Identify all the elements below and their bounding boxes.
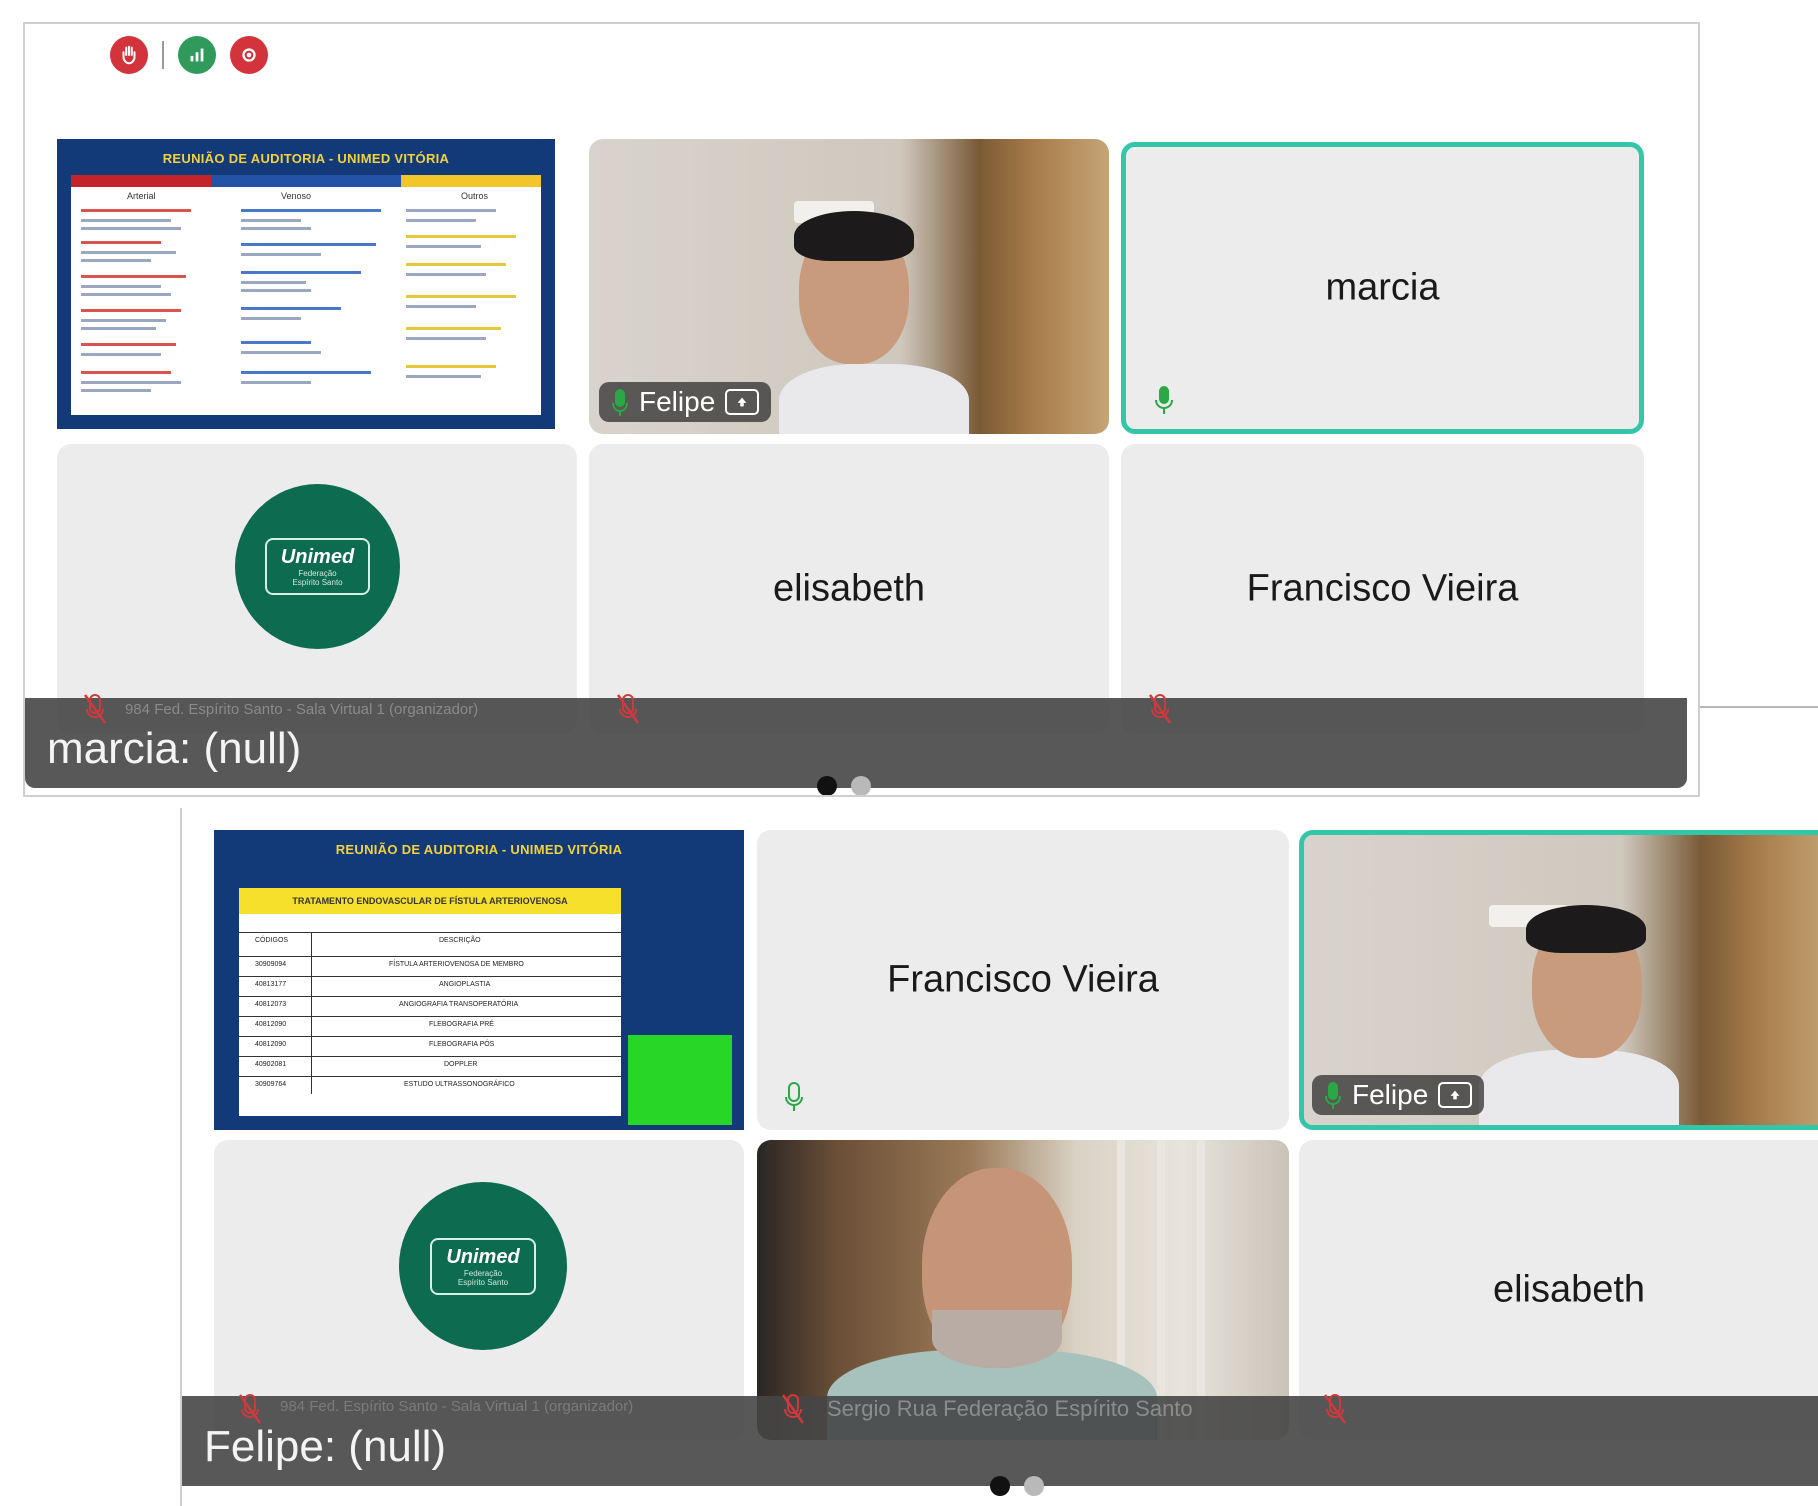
video-tile-francisco[interactable]: Francisco Vieira [1121,444,1644,734]
logo-sub: Espírito Santo [457,1277,509,1287]
table-row: 40813177 ANGIOPLASTIA [239,976,621,995]
video-tile-francisco[interactable]: Francisco Vieira [757,830,1289,1130]
table-row: 40812073 ANGIOGRAFIA TRANSOPERATÓRIA [239,996,621,1015]
slide-note-box [628,1035,732,1125]
table-row: 30909764 ESTUDO ULTRASSONOGRÁFICO [239,1076,621,1095]
divider [1700,706,1818,708]
participant-label: Felipe [599,382,772,422]
table-header: CÓDIGOS [255,937,289,944]
column-venoso: Venoso [281,191,312,201]
share-up-icon[interactable] [725,389,760,415]
column-arterial: Arterial [127,191,156,201]
unimed-logo: Unimed Federação Espírito Santo [399,1182,567,1350]
caption-text: marcia: (null) [47,724,302,773]
video-tile-felipe[interactable]: Felipe [589,139,1109,434]
slide-paper: Arterial Venoso Outros [71,175,541,415]
share-up-icon[interactable] [1438,1082,1473,1108]
participant-name: Francisco Vieira [887,958,1159,1001]
video-tile-elisabeth[interactable]: elisabeth [589,444,1109,734]
participant-name: elisabeth [1492,1268,1646,1311]
slide-table: TRATAMENTO ENDOVASCULAR DE FÍSTULA ARTER… [239,888,621,1116]
mic-muted-icon [237,1392,263,1426]
table-row: 40902081 DOPPLER [239,1056,621,1075]
video-tile-marcia[interactable]: marcia [1121,142,1644,434]
separator [162,41,164,69]
page-indicator[interactable] [990,1476,1044,1496]
mic-icon [611,387,629,417]
mic-muted-icon [780,1392,806,1426]
table-header: DESCRIÇÃO [439,937,481,944]
logo-brand: Unimed [446,1245,520,1268]
slide-title: REUNIÃO DE AUDITORIA - UNIMED VITÓRIA [162,151,450,166]
logo-sub: Espírito Santo [292,578,343,587]
table-title: TRATAMENTO ENDOVASCULAR DE FÍSTULA ARTER… [239,888,621,914]
participant-name: elisabeth [772,567,926,610]
mic-muted-icon [82,692,108,726]
mic-icon [1151,383,1177,417]
top-status-icons [110,36,268,74]
column-outros: Outros [461,191,489,201]
mic-muted-icon [1322,1392,1348,1426]
unimed-logo: Unimed Federação Espírito Santo [235,484,400,649]
slide-title: REUNIÃO DE AUDITORIA - UNIMED VITÓRIA [335,842,623,857]
participant-name: marcia [1325,266,1440,309]
table-row: 40812090 FLEBOGRAFIA PÓS [239,1036,621,1055]
participant-name: Francisco Vieira [1246,567,1519,610]
organizer-label: 984 Fed. Espírito Santo - Sala Virtual 1… [280,1398,634,1415]
page-dot[interactable] [1024,1476,1044,1496]
participant-label: Felipe [1312,1075,1485,1115]
meeting-window-1: REUNIÃO DE AUDITORIA - UNIMED VITÓRIA Ar… [23,22,1700,797]
video-tile-felipe[interactable]: Felipe [1299,830,1818,1130]
participant-name: Sergio Rua Federação Espírito Santo [827,1396,1193,1421]
video-tile-organizer[interactable]: Unimed Federação Espírito Santo [57,444,577,734]
page-dot-active[interactable] [990,1476,1010,1496]
mic-muted-icon [615,692,641,726]
table-row: 40812090 FLEBOGRAFIA PRÉ [239,1016,621,1035]
hand-icon[interactable] [110,36,148,74]
video-tile-organizer[interactable]: Unimed Federação Espírito Santo [214,1140,744,1440]
mic-icon [1324,1080,1342,1110]
signal-icon[interactable] [178,36,216,74]
participant-name: Felipe [639,386,716,417]
mic-muted-icon [1147,692,1173,726]
shared-slide[interactable]: REUNIÃO DE AUDITORIA - UNIMED VITÓRIA TR… [214,830,744,1130]
shared-slide[interactable]: REUNIÃO DE AUDITORIA - UNIMED VITÓRIA Ar… [57,139,555,429]
page-indicator[interactable] [817,776,871,795]
organizer-label: 984 Fed. Espírito Santo - Sala Virtual 1… [125,701,479,718]
video-tile-sergio[interactable] [757,1140,1289,1440]
page-dot[interactable] [851,776,871,795]
logo-brand: Unimed [280,546,355,568]
table-row: 30909094 FÍSTULA ARTERIOVENOSA DE MEMBRO [239,956,621,975]
logo-sub: Federação [298,569,337,578]
table-header-row: CÓDIGOS DESCRIÇÃO [239,932,621,951]
participant-name: Felipe [1352,1079,1429,1110]
meeting-window-2: REUNIÃO DE AUDITORIA - UNIMED VITÓRIA TR… [180,808,1818,1506]
logo-sub: Federação [463,1268,503,1278]
record-icon[interactable] [230,36,268,74]
page-dot-active[interactable] [817,776,837,795]
caption-text: Felipe: (null) [204,1422,447,1471]
mic-icon [781,1080,807,1114]
video-tile-elisabeth[interactable]: elisabeth [1299,1140,1818,1440]
